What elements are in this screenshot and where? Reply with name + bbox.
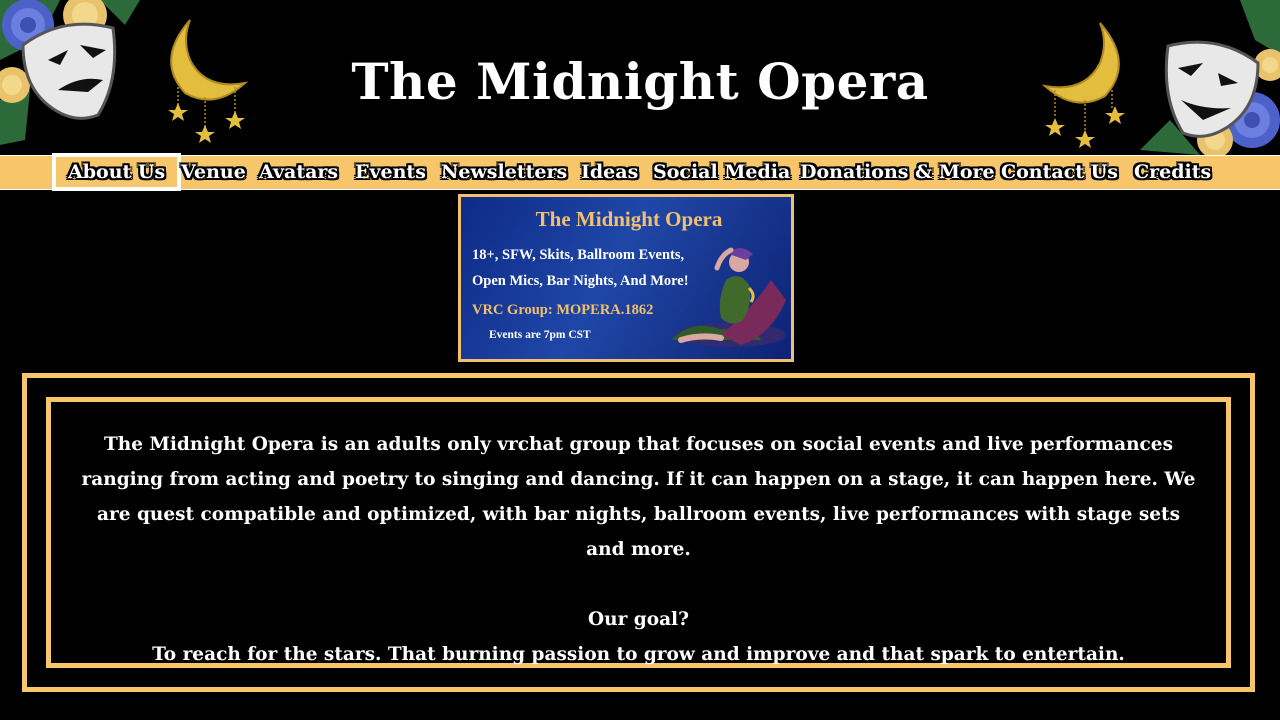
nav-ideas[interactable]: Ideas	[581, 159, 638, 186]
nav-venue[interactable]: Venue	[181, 159, 246, 186]
nav-newsletters[interactable]: Newsletters	[441, 159, 567, 186]
goal-heading: Our goal?	[588, 609, 689, 630]
nav-events[interactable]: Events	[355, 159, 426, 186]
goal-text: To reach for the stars. That burning pas…	[152, 644, 1125, 665]
banner-title: The Midnight Opera	[535, 207, 723, 231]
nav-donations-more[interactable]: Donations & More	[800, 159, 995, 186]
site-header: The Midnight Opera	[0, 0, 1280, 155]
about-content: The Midnight Opera is an adults only vrc…	[81, 427, 1196, 672]
about-paragraph: The Midnight Opera is an adults only vrc…	[81, 434, 1196, 560]
nav-avatars[interactable]: Avatars	[259, 159, 338, 186]
nav-contact-us[interactable]: Contact Us	[1001, 159, 1118, 186]
about-section-inner-frame: The Midnight Opera is an adults only vrc…	[46, 397, 1231, 668]
nav-social-media[interactable]: Social Media	[653, 159, 790, 186]
tragedy-mask-icon	[1163, 38, 1263, 143]
crescent-moon-icon	[1040, 18, 1130, 153]
nav-credits[interactable]: Credits	[1134, 159, 1211, 186]
banner-event-time: Events are 7pm CST	[489, 329, 591, 341]
event-banner: The Midnight Opera 18+, SFW, Skits, Ball…	[458, 194, 794, 362]
about-section-outer-frame: The Midnight Opera is an adults only vrc…	[22, 373, 1255, 692]
performer-illustration	[621, 240, 791, 359]
nav-about-us[interactable]: About Us	[51, 153, 182, 191]
main-nav: About Us Venue Avatars Events Newsletter…	[0, 153, 1280, 191]
